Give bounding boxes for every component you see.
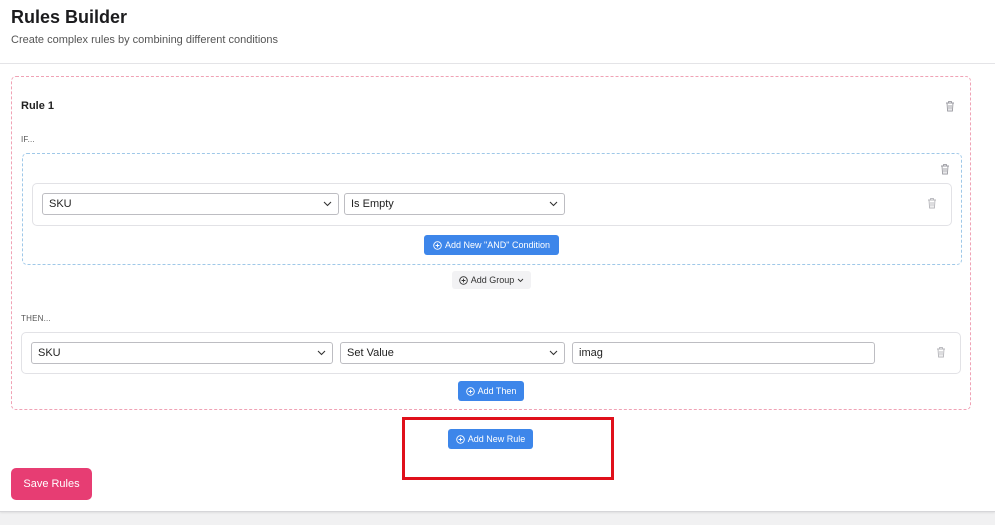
rule-card: Rule 1 IF... SKU Is Empty Add New "AND" …	[11, 76, 971, 410]
delete-group-trash-icon[interactable]	[940, 163, 952, 175]
delete-action-trash-icon[interactable]	[936, 346, 948, 358]
page-title: Rules Builder	[11, 7, 128, 27]
action-row: SKU Set Value imag	[21, 332, 961, 374]
action-value-input[interactable]: imag	[572, 342, 875, 364]
plus-circle-icon	[465, 386, 475, 396]
condition-row: SKU Is Empty	[32, 183, 952, 226]
action-field-value: SKU	[38, 347, 61, 359]
header-divider	[0, 63, 995, 64]
plus-circle-icon	[458, 275, 468, 285]
action-field-select[interactable]: SKU	[31, 342, 333, 364]
condition-field-select[interactable]: SKU	[42, 193, 339, 215]
add-group-label: Add Group	[470, 275, 515, 285]
delete-rule-trash-icon[interactable]	[945, 100, 957, 112]
action-type-select[interactable]: Set Value	[340, 342, 565, 364]
then-label: THEN...	[21, 314, 51, 323]
plus-circle-icon	[433, 240, 442, 250]
add-group-button[interactable]: Add Group	[452, 271, 531, 289]
if-label: IF...	[21, 135, 35, 144]
chevron-down-icon	[517, 278, 524, 282]
rules-builder-card: Rules Builder Create complex rules by co…	[0, 0, 995, 512]
chevron-down-icon	[323, 201, 332, 207]
highlight-annotation-box	[402, 417, 614, 480]
condition-field-value: SKU	[49, 198, 72, 210]
condition-group: SKU Is Empty Add New "AND" Condition	[22, 153, 962, 265]
page-subtitle: Create complex rules by combining differ…	[11, 34, 278, 46]
chevron-down-icon	[317, 350, 326, 356]
condition-operator-value: Is Empty	[351, 198, 394, 210]
action-type-value: Set Value	[347, 347, 394, 359]
add-and-condition-label: Add New "AND" Condition	[445, 240, 550, 250]
save-rules-button[interactable]: Save Rules	[11, 468, 92, 500]
add-and-condition-button[interactable]: Add New "AND" Condition	[424, 235, 559, 255]
chevron-down-icon	[549, 350, 558, 356]
add-then-button[interactable]: Add Then	[458, 381, 524, 401]
rule-title: Rule 1	[21, 100, 55, 112]
condition-operator-select[interactable]: Is Empty	[344, 193, 565, 215]
delete-condition-trash-icon[interactable]	[927, 197, 939, 209]
add-then-label: Add Then	[477, 386, 517, 396]
chevron-down-icon	[549, 201, 558, 207]
